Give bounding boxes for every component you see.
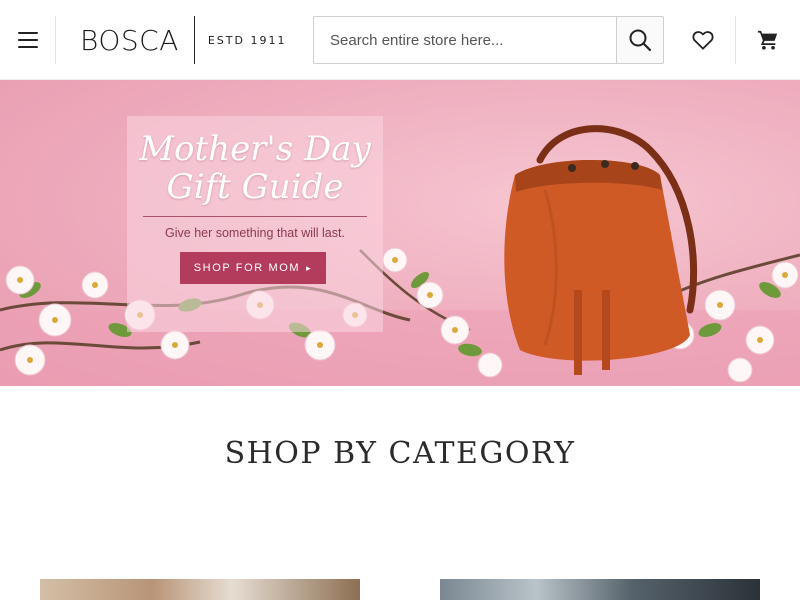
- menu-button[interactable]: [0, 16, 56, 64]
- section-title: SHOP BY CATEGORY: [224, 436, 576, 471]
- search-input[interactable]: [314, 17, 616, 63]
- promo-title-line1: Mother's Day: [139, 129, 371, 169]
- brand-established: ESTD 1911: [207, 33, 287, 47]
- brand-wordmark: BOSCA: [80, 23, 179, 57]
- search-bar: [313, 16, 664, 64]
- category-tile-1[interactable]: [40, 579, 360, 600]
- promo-panel: Mother's Day Gift Guide Give her somethi…: [127, 116, 383, 332]
- hamburger-menu-icon: [17, 32, 38, 48]
- promo-divider: [143, 216, 367, 217]
- promo-title-line2: Gift Guide: [166, 167, 344, 207]
- shop-for-mom-button[interactable]: SHOP FOR MOM ▸: [180, 252, 326, 284]
- logo-divider: [193, 16, 195, 64]
- cta-label: SHOP FOR MOM: [193, 262, 301, 274]
- category-tile-2[interactable]: [440, 579, 760, 600]
- promo-subtitle: Give her something that will last.: [165, 226, 345, 240]
- wishlist-button[interactable]: [680, 16, 726, 64]
- cart-button[interactable]: [745, 16, 791, 64]
- site-header: BOSCA ESTD 1911: [0, 0, 800, 80]
- cta-arrow-icon: ▸: [306, 262, 313, 273]
- shopping-cart-icon: [757, 30, 778, 50]
- brand-logo[interactable]: BOSCA ESTD 1911: [80, 16, 286, 64]
- search-icon: [629, 29, 652, 52]
- hero-illustration: [0, 125, 800, 386]
- search-button[interactable]: [616, 17, 663, 63]
- heart-icon: [692, 31, 714, 50]
- header-divider: [735, 16, 736, 64]
- hero-banner[interactable]: Mother's Day Gift Guide Give her somethi…: [0, 80, 800, 386]
